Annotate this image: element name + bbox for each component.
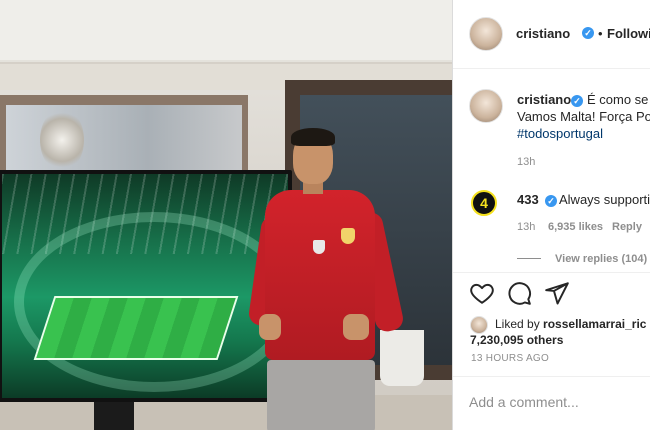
post-photo[interactable] [0, 0, 452, 430]
caption-avatar[interactable] [469, 89, 503, 123]
caption-verified-icon: ✓ [571, 95, 583, 107]
comment-likes-count: 6,935 likes [548, 221, 604, 233]
photo-tv-stand [94, 402, 134, 430]
view-replies-button[interactable]: View replies (104) [555, 253, 647, 265]
comment-username-link[interactable]: 433 [517, 192, 539, 207]
caption-time[interactable]: 13h [517, 156, 535, 168]
comment-verified-icon: ✓ [545, 195, 557, 207]
comment-avatar-433[interactable]: 4 [471, 190, 497, 216]
following-button[interactable]: Following [607, 26, 650, 41]
likes-count-text: 7,230,095 others [470, 333, 564, 347]
instagram-post-view: cristiano ✓ • Following cristiano ✓ É co… [0, 0, 650, 430]
post-side-panel: cristiano ✓ • Following cristiano ✓ É co… [452, 0, 650, 430]
player-thumbs-up-left [259, 314, 281, 340]
liked-by-avatar[interactable] [470, 316, 488, 334]
follow-separator: • [598, 26, 603, 41]
verified-icon: ✓ [582, 27, 594, 39]
caption-username-link[interactable]: cristiano [517, 92, 571, 107]
caption-text-line2: Vamos Malta! Força Po [517, 109, 650, 124]
comment-reply-button[interactable]: Reply [612, 221, 642, 233]
comment-reply-label: Reply [612, 221, 642, 233]
player-pants [267, 360, 375, 430]
comment-text: Always supporti [559, 192, 650, 207]
photo-chandelier [40, 108, 84, 172]
jersey-badge [313, 240, 325, 254]
photo-player [247, 128, 425, 430]
player-thumbs-up-right [343, 314, 369, 340]
comment-likes[interactable]: 6,935 likes [548, 221, 603, 233]
view-replies-divider [517, 258, 541, 259]
liked-by-user[interactable]: rossellamarrai_ric [543, 317, 646, 331]
liked-by-line: Liked by rossellamarrai_ric [495, 317, 646, 331]
header-username[interactable]: cristiano [516, 26, 570, 41]
heart-icon[interactable] [469, 280, 495, 306]
caption-text-line1: É como se [587, 92, 649, 107]
player-hair [291, 128, 335, 146]
comment-time[interactable]: 13h [517, 221, 535, 233]
photo-ceiling [0, 0, 452, 60]
likes-count[interactable]: 7,230,095 others [470, 333, 563, 347]
liked-by-prefix: Liked by [495, 317, 540, 331]
jersey-crest [341, 228, 355, 244]
comment-icon[interactable] [506, 280, 532, 306]
comment-input[interactable] [469, 392, 647, 412]
caption-username: cristiano [517, 91, 571, 109]
view-replies-label: View replies (104) [555, 253, 648, 265]
post-timestamp[interactable]: 13 HOURS AGO [471, 353, 549, 364]
stadium-pitch [33, 296, 239, 360]
comment-username: 433 [517, 191, 539, 209]
share-icon[interactable] [544, 280, 570, 306]
header-avatar[interactable] [469, 17, 503, 51]
caption-hashtag[interactable]: #todosportugal [517, 125, 603, 143]
